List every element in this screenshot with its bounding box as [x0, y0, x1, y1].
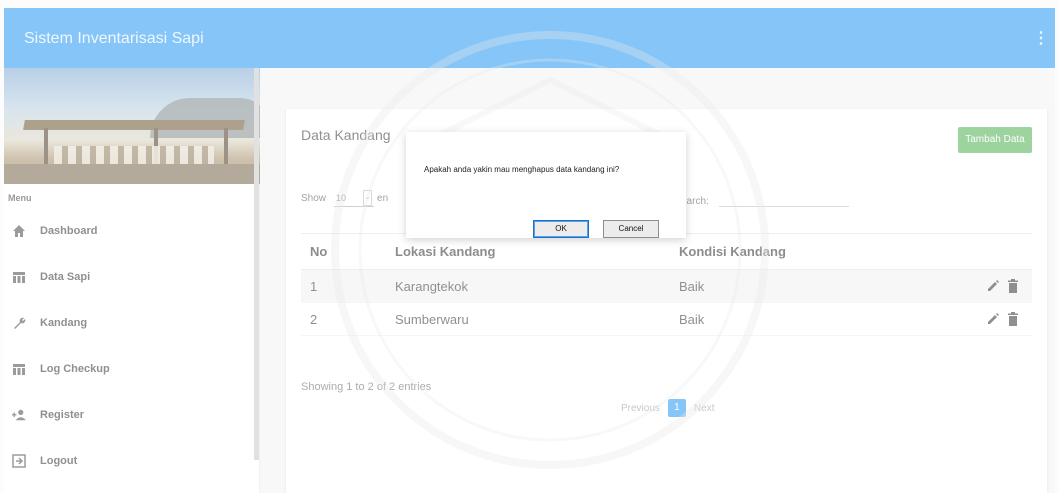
confirm-dialog: Apakah anda yakin mau menghapus data kan… — [406, 132, 686, 238]
app-window: Sistem Inventarisasi Sapi ⋮ Menu Dashboa… — [0, 0, 1059, 493]
cancel-button[interactable]: Cancel — [603, 220, 659, 238]
dialog-message: Apakah anda yakin mau menghapus data kan… — [424, 165, 620, 174]
ok-button[interactable]: OK — [533, 220, 589, 238]
modal-backdrop — [0, 0, 1059, 493]
